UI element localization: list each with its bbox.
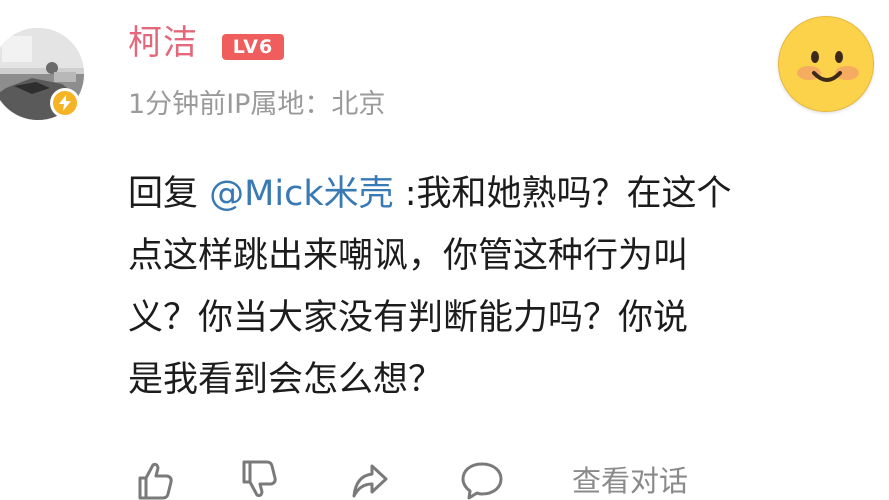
ip-location: IP属地：北京 [226,89,386,120]
comment-line-4: 是我看到会怎么想？ [128,360,444,400]
smiley-face-icon [797,51,859,82]
comment-screen: 柯洁 LV6 1分钟前IP属地：北京 回复 @Mick米壳 :我和她熟吗？在这个… [0,0,889,500]
comment-line-3: 义？你当大家没有判断能力吗？你说 [128,298,689,338]
comment-meta: 1分钟前IP属地：北京 [128,88,385,122]
comment-line-text: :我和她熟吗？在这个 [404,174,732,214]
avatar-container[interactable] [0,28,86,124]
emoji-button[interactable] [778,16,874,112]
share-arrow-icon[interactable] [350,460,390,500]
lightning-icon [53,91,77,115]
mention-link[interactable]: @Mick米壳 [209,174,393,214]
comment-text: 回复 @Mick米壳 :我和她熟吗？在这个 点这样跳出来嘲讽，你管这种行为叫 义… [128,163,889,411]
comment-line-1: 回复 @Mick米壳 :我和她熟吗？在这个 [128,163,889,225]
reply-prefix: 回复 [128,174,199,214]
comment-time: 1分钟前 [128,89,227,120]
view-dialog-link[interactable]: 查看对话 [572,462,688,500]
thumbs-up-icon[interactable] [134,460,174,500]
username[interactable]: 柯洁 [128,23,198,63]
comment-bubble-icon[interactable] [460,460,503,500]
action-bar: 查看对话 [0,460,889,500]
verified-badge [50,88,80,118]
level-badge: LV6 [222,34,284,60]
thumbs-down-icon[interactable] [238,460,278,500]
comment-line-2: 点这样跳出来嘲讽，你管这种行为叫 [128,236,689,276]
